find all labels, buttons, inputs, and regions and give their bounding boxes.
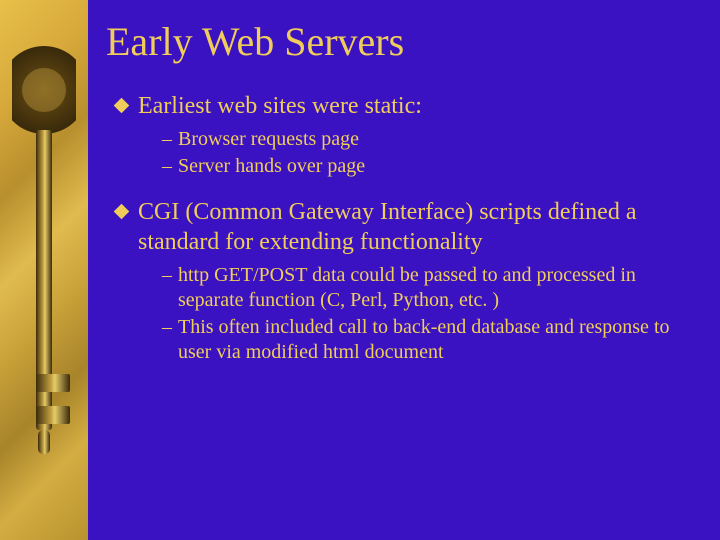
- slide: Early Web Servers Earliest web sites wer…: [0, 0, 720, 540]
- sub-bullet-list: Browser requests page Server hands over …: [162, 127, 686, 179]
- key-icon: [12, 34, 76, 494]
- sub-bullet-item: Server hands over page: [162, 154, 686, 179]
- sub-bullet-item: Browser requests page: [162, 127, 686, 152]
- sub-bullet-list: http GET/POST data could be passed to an…: [162, 263, 686, 365]
- bullet-text: CGI (Common Gateway Interface) scripts d…: [138, 199, 636, 255]
- bullet-text: Earliest web sites were static:: [138, 93, 422, 119]
- slide-title: Early Web Servers: [106, 18, 686, 65]
- sub-bullet-item: http GET/POST data could be passed to an…: [162, 263, 686, 313]
- sub-bullet-item: This often included call to back-end dat…: [162, 315, 686, 365]
- bullet-list: Earliest web sites were static: Browser …: [116, 91, 686, 365]
- decorative-side-strip: [0, 0, 88, 540]
- bullet-item: CGI (Common Gateway Interface) scripts d…: [116, 197, 686, 365]
- bullet-item: Earliest web sites were static: Browser …: [116, 91, 686, 179]
- slide-content: Early Web Servers Earliest web sites wer…: [88, 0, 720, 540]
